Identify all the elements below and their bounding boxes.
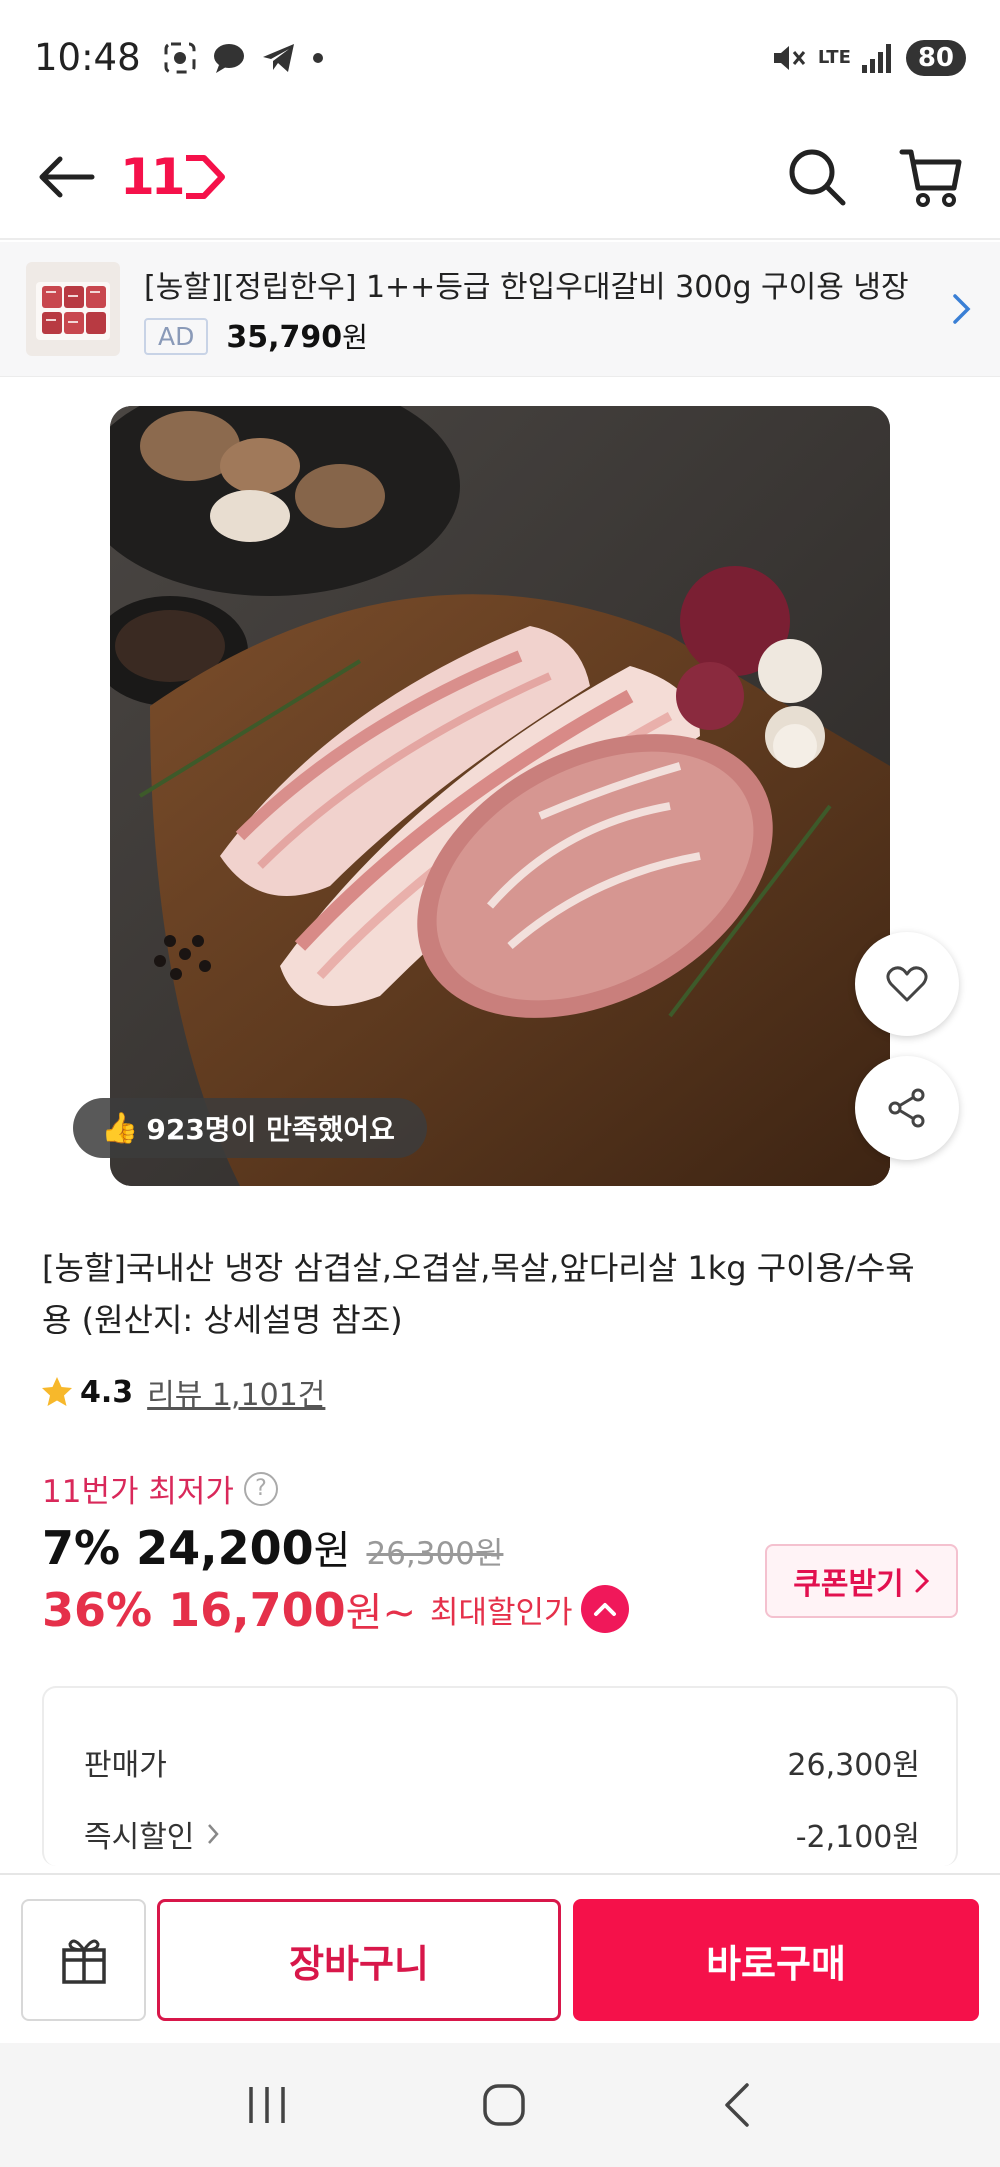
cart-icon[interactable] [898, 144, 964, 210]
heart-icon [886, 966, 928, 1002]
screenshot-icon [164, 42, 196, 73]
detail-label: 판매가 [84, 1748, 167, 1783]
share-button[interactable] [855, 1056, 959, 1160]
ad-title: [농할][정립한우] 1++등급 한입우대갈비 300g 구이용 냉장 [144, 270, 909, 305]
recent-apps-icon[interactable] [245, 2085, 289, 2125]
mute-icon [773, 45, 805, 70]
logo-chevron-icon [185, 154, 225, 199]
dot-icon [312, 52, 323, 63]
ad-badge: AD [144, 317, 209, 355]
home-icon[interactable] [480, 2081, 528, 2129]
max-discount-row: 36% 16,700원~ 최대할인가 [42, 1580, 629, 1638]
status-right: LTE 80 [770, 39, 966, 76]
notification-icons [163, 41, 325, 75]
lowest-price-label: 11번가 최저가 ? [42, 1466, 278, 1511]
product-image[interactable] [110, 406, 890, 1186]
coupon-button-label: 쿠폰받기 [793, 1567, 904, 1602]
review-link[interactable]: 리뷰 1,101건 [147, 1370, 325, 1414]
chevron-right-icon [915, 1569, 929, 1593]
thumbs-up-icon: 👍 [101, 1110, 139, 1146]
status-bar: 10:48 LTE 80 [0, 0, 1000, 115]
share-icon [888, 1088, 925, 1128]
detail-value: -2,100원 [795, 1820, 920, 1855]
product-title: [농할]국내산 냉장 삼겹살,오겹살,목살,앞다리살 1kg 구이용/수육용 (… [42, 1249, 915, 1339]
ad-meta: AD 35,790원 [144, 316, 950, 356]
satisfaction-badge: 👍 923명이 만족했어요 [73, 1098, 427, 1158]
wishlist-button[interactable] [855, 932, 959, 1036]
ad-banner[interactable]: [농할][정립한우] 1++등급 한입우대갈비 300g 구이용 냉장 AD 3… [0, 242, 1000, 377]
buy-now-button[interactable]: 바로구매 [573, 1899, 979, 2021]
logo-text: 11 [120, 147, 186, 206]
star-icon [42, 1377, 72, 1406]
chevron-right-icon [208, 1824, 220, 1844]
system-nav-bar [0, 2043, 1000, 2167]
coupon-button[interactable]: 쿠폰받기 [765, 1544, 958, 1618]
max-discount-price: 36% 16,700원~ [42, 1583, 416, 1637]
discount-price: 7% 24,200원 [42, 1521, 351, 1575]
gift-button[interactable] [21, 1899, 146, 2021]
bottom-action-bar: 장바구니 바로구매 [0, 1873, 1000, 2043]
search-icon[interactable] [786, 146, 848, 208]
detail-value: 26,300원 [787, 1748, 920, 1783]
back-arrow-icon[interactable] [36, 152, 98, 202]
detail-row-sale-price: 판매가 26,300원 [84, 1740, 920, 1784]
detail-row-instant-discount[interactable]: 즉시할인 -2,100원 [84, 1812, 920, 1856]
detail-label: 즉시할인 [84, 1812, 220, 1856]
gift-icon [61, 1939, 106, 1984]
chevron-up-icon[interactable] [580, 1585, 629, 1633]
app-bar: 11 [0, 115, 1000, 240]
rating-value: 4.3 [80, 1374, 134, 1410]
add-to-cart-button[interactable]: 장바구니 [157, 1899, 561, 2021]
network-type: LTE [817, 46, 851, 68]
max-discount-label: 최대할인가 [429, 1594, 573, 1631]
rating-row: 4.3 리뷰 1,101건 [40, 1370, 325, 1414]
satisfaction-text: 923명이 만족했어요 [146, 1113, 395, 1146]
lowest-price-text: 11번가 최저가 [42, 1474, 234, 1510]
original-price: 26,300원 [366, 1536, 504, 1572]
ad-text: [농할][정립한우] 1++등급 한입우대갈비 300g 구이용 냉장 AD 3… [144, 262, 950, 356]
help-icon[interactable]: ? [243, 1471, 278, 1506]
chat-bubble-icon [213, 43, 244, 73]
logo[interactable]: 11 [120, 148, 226, 206]
ad-price: 35,790원 [226, 320, 368, 355]
back-icon[interactable] [719, 2081, 755, 2129]
battery-indicator: 80 [905, 39, 966, 76]
status-time: 10:48 [34, 36, 141, 79]
chevron-right-icon[interactable] [950, 292, 974, 326]
price-detail-box: 판매가 26,300원 즉시할인 -2,100원 [42, 1686, 958, 1866]
discount-price-row: 7% 24,200원 26,300원 [42, 1518, 503, 1576]
app-bar-actions [786, 144, 964, 210]
ad-thumbnail [26, 262, 120, 356]
signal-icon [861, 43, 891, 73]
telegram-icon [262, 43, 294, 72]
